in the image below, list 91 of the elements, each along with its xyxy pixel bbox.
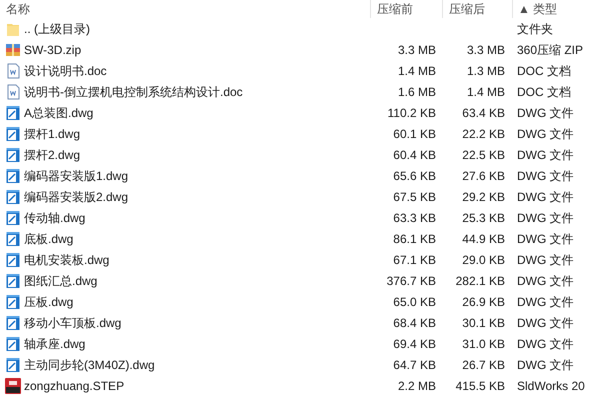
file-name[interactable]: 编码器安装版2.dwg: [24, 188, 128, 206]
drawing-file-icon: [6, 294, 20, 310]
original-size: 67.1 KB: [393, 252, 436, 266]
original-size: 376.7 KB: [386, 274, 436, 288]
drawing-file-icon: [6, 252, 20, 268]
compressed-size: 29.0 KB: [462, 252, 505, 266]
column-header[interactable]: 压缩前: [377, 0, 413, 18]
compressed-size: 25.3 KB: [462, 210, 505, 224]
compressed-size: 29.2 KB: [462, 190, 505, 204]
original-size: 63.3 KB: [393, 210, 436, 224]
file-type: DWG 文件: [517, 148, 574, 162]
file-type: DWG 文件: [517, 274, 574, 288]
cad-app-icon: [5, 378, 21, 394]
original-size: 65.0 KB: [393, 294, 436, 308]
compressed-size: 22.2 KB: [462, 126, 505, 140]
file-name[interactable]: SW-3D.zip: [24, 40, 82, 58]
file-type: SldWorks 20: [517, 378, 585, 392]
original-size: 110.2 KB: [388, 106, 436, 120]
file-name[interactable]: 移动小车顶板.dwg: [24, 314, 122, 332]
file-name[interactable]: .. (上级目录): [24, 20, 90, 38]
compressed-size: 26.7 KB: [462, 358, 505, 372]
drawing-file-icon: [6, 230, 20, 246]
compressed-size: 22.5 KB: [462, 148, 505, 162]
document-icon: [6, 84, 20, 100]
file-type: DWG 文件: [517, 106, 574, 120]
drawing-file-icon: [6, 146, 20, 162]
drawing-file-icon: [6, 188, 20, 204]
drawing-file-icon: [6, 272, 20, 288]
column-header[interactable]: ▲ 类型: [518, 0, 558, 18]
file-type: DOC 文档: [517, 64, 571, 78]
original-size: 67.5 KB: [393, 190, 436, 204]
original-size: 3.3 MB: [398, 42, 436, 56]
original-size: 64.7 KB: [393, 358, 436, 372]
original-size: 65.6 KB: [393, 168, 436, 182]
original-size: 1.4 MB: [398, 64, 436, 78]
file-type: DWG 文件: [517, 294, 574, 308]
file-type: DWG 文件: [517, 168, 574, 182]
compressed-size: 63.4 KB: [462, 106, 505, 120]
compressed-size: 31.0 KB: [462, 336, 505, 350]
drawing-file-icon: [6, 314, 20, 330]
file-name[interactable]: 压板.dwg: [24, 292, 74, 310]
file-name[interactable]: 摆杆1.dwg: [24, 124, 80, 142]
file-name[interactable]: 传动轴.dwg: [24, 208, 86, 226]
file-name[interactable]: 编码器安装版1.dwg: [24, 166, 128, 184]
file-name[interactable]: 底板.dwg: [24, 230, 74, 248]
document-icon: [6, 62, 20, 78]
file-name[interactable]: 设计说明书.doc: [24, 62, 107, 80]
drawing-file-icon: [6, 210, 20, 226]
original-size: 60.1 KB: [393, 126, 436, 140]
original-size: 68.4 KB: [393, 316, 436, 330]
compressed-size: 415.5 KB: [456, 378, 505, 392]
file-name[interactable]: 轴承座.dwg: [24, 334, 86, 352]
drawing-file-icon: [6, 336, 20, 352]
original-size: 69.4 KB: [393, 336, 436, 350]
file-type: DWG 文件: [517, 336, 574, 350]
compressed-size: 30.1 KB: [462, 316, 505, 330]
file-name[interactable]: 主动同步轮(3M40Z).dwg: [24, 356, 155, 374]
file-type: DWG 文件: [517, 126, 574, 140]
file-name[interactable]: 电机安装板.dwg: [24, 250, 110, 268]
compressed-size: 44.9 KB: [462, 232, 505, 246]
original-size: 1.6 MB: [398, 84, 436, 98]
column-header[interactable]: 名称: [6, 0, 30, 18]
drawing-file-icon: [6, 168, 20, 184]
file-name[interactable]: 图纸汇总.dwg: [24, 272, 98, 290]
compressed-size: 26.9 KB: [462, 294, 505, 308]
file-name[interactable]: zongzhuang.STEP: [24, 376, 124, 394]
file-type: 360压缩 ZIP: [517, 42, 584, 56]
compressed-size: 1.4 MB: [466, 84, 505, 98]
file-type: DWG 文件: [517, 232, 574, 246]
file-name[interactable]: 说明书-倒立摆机电控制系统结构设计.doc: [24, 82, 243, 100]
file-type: 文件夹: [517, 22, 553, 36]
compressed-size: 282.1 KB: [456, 274, 505, 288]
file-type: DWG 文件: [517, 358, 574, 372]
file-type: DWG 文件: [517, 316, 574, 330]
file-type: DWG 文件: [517, 190, 574, 204]
original-size: 2.2 MB: [398, 378, 436, 392]
drawing-file-icon: [6, 356, 20, 372]
file-name[interactable]: 摆杆2.dwg: [24, 146, 80, 164]
compressed-size: 1.3 MB: [466, 64, 505, 78]
file-type: DWG 文件: [517, 210, 574, 224]
drawing-file-icon: [6, 104, 20, 120]
original-size: 86.1 KB: [393, 232, 436, 246]
drawing-file-icon: [6, 126, 20, 142]
archive-icon: [5, 42, 21, 58]
compressed-size: 27.6 KB: [462, 168, 505, 182]
file-type: DOC 文档: [517, 84, 571, 98]
file-name[interactable]: A总装图.dwg: [24, 104, 94, 122]
compressed-size: 3.3 MB: [466, 42, 505, 56]
file-type: DWG 文件: [517, 252, 574, 266]
original-size: 60.4 KB: [393, 148, 436, 162]
column-header[interactable]: 压缩后: [449, 0, 485, 18]
